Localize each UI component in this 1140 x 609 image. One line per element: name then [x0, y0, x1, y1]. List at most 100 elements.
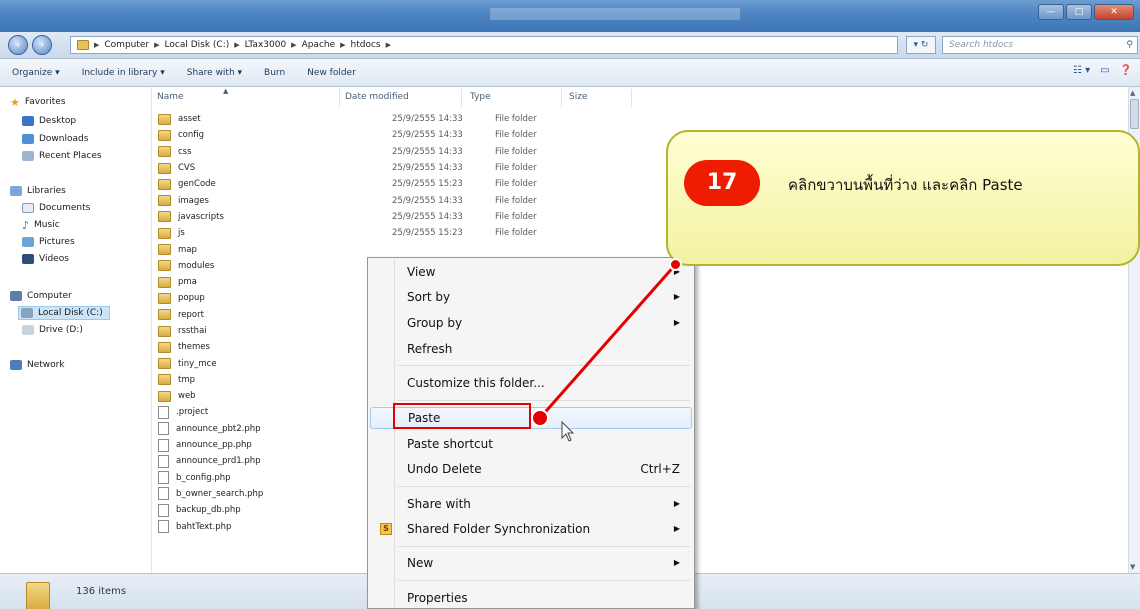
refresh-button[interactable]: ▾ ↻: [906, 36, 936, 54]
file-name: report: [178, 309, 204, 320]
back-button[interactable]: ‹: [8, 35, 28, 55]
folder-icon: [158, 260, 171, 272]
file-icon: [158, 438, 169, 452]
column-divider[interactable]: [561, 89, 562, 107]
nav-desktop[interactable]: Desktop: [22, 114, 76, 128]
menu-item-customize-folder[interactable]: Customize this folder...: [370, 372, 692, 394]
star-icon: ★: [10, 95, 20, 109]
mouse-cursor-icon: [561, 421, 575, 442]
breadcrumb-apache[interactable]: Apache: [302, 40, 336, 50]
menu-label: View: [407, 265, 436, 279]
nav-recent-places[interactable]: Recent Places: [22, 149, 102, 163]
maximize-button[interactable]: □: [1066, 4, 1092, 20]
window-title: [490, 8, 740, 20]
connector-dot: [669, 258, 682, 271]
instruction-callout: 17 คลิกขวาบนพื้นที่ว่าง และคลิก Paste: [666, 130, 1140, 266]
nav-computer[interactable]: Computer: [10, 289, 72, 303]
folder-icon: [158, 129, 171, 141]
breadcrumb-ltax3000[interactable]: LTax3000: [245, 40, 287, 50]
column-size[interactable]: Size: [569, 92, 587, 102]
file-name: css: [178, 146, 192, 157]
include-in-library-button[interactable]: Include in library ▾: [82, 68, 165, 78]
file-row[interactable]: map: [158, 241, 578, 257]
menu-item-properties[interactable]: Properties: [370, 587, 692, 609]
burn-button[interactable]: Burn: [264, 68, 285, 78]
menu-item-group-by[interactable]: Group by ▶: [370, 312, 692, 334]
breadcrumb-htdocs[interactable]: htdocs: [351, 40, 381, 50]
close-button[interactable]: ✕: [1094, 4, 1134, 20]
share-with-button[interactable]: Share with ▾: [187, 68, 242, 78]
refresh-icon: ↻: [920, 40, 929, 50]
file-row[interactable]: js 25/9/2555 15:23 File folder: [158, 225, 578, 241]
nav-favorites[interactable]: ★ Favorites: [10, 95, 66, 109]
file-name: pma: [178, 277, 197, 288]
preview-pane-icon[interactable]: ▭: [1100, 65, 1109, 76]
new-folder-button[interactable]: New folder: [307, 68, 356, 78]
menu-item-sort-by[interactable]: Sort by ▶: [370, 286, 692, 308]
menu-label: Share with: [407, 497, 471, 511]
menu-item-shared-folder-sync[interactable]: S Shared Folder Synchronization ▶: [370, 518, 692, 540]
help-icon[interactable]: ❓: [1120, 65, 1132, 76]
nav-local-disk[interactable]: Local Disk (C:): [18, 306, 110, 320]
file-row[interactable]: config 25/9/2555 14:33 File folder: [158, 127, 578, 143]
scrollbar-thumb[interactable]: [1130, 99, 1139, 129]
file-row[interactable]: asset 25/9/2555 14:33 File folder: [158, 111, 578, 127]
computer-icon: [10, 291, 22, 301]
folder-icon: [158, 358, 171, 370]
menu-item-paste-shortcut[interactable]: Paste shortcut: [370, 433, 692, 455]
scroll-down-icon[interactable]: ▼: [1130, 563, 1135, 571]
menu-item-refresh[interactable]: Refresh: [370, 338, 692, 360]
menu-item-view[interactable]: View ▶: [370, 261, 692, 283]
pictures-icon: [22, 237, 34, 247]
submenu-arrow-icon: ▶: [673, 524, 680, 533]
view-options-icon[interactable]: ☷ ▾: [1073, 65, 1090, 76]
scroll-up-icon[interactable]: ▲: [1130, 89, 1135, 97]
file-name: popup: [178, 293, 205, 304]
nav-label: Recent Places: [39, 151, 102, 161]
column-divider[interactable]: [339, 89, 340, 107]
nav-libraries[interactable]: Libraries: [10, 184, 66, 198]
folder-icon: [77, 40, 89, 50]
file-icon: [158, 405, 169, 419]
submenu-arrow-icon: ▶: [673, 292, 680, 301]
nav-music[interactable]: ♪ Music: [22, 218, 60, 232]
nav-downloads[interactable]: Downloads: [22, 132, 88, 146]
organize-button[interactable]: Organize ▾: [12, 68, 60, 78]
nav-network[interactable]: Network: [10, 358, 65, 372]
file-type: File folder: [495, 179, 537, 190]
paste-highlight-box: [393, 403, 531, 429]
nav-documents[interactable]: Documents: [22, 201, 90, 215]
nav-videos[interactable]: Videos: [22, 252, 69, 266]
breadcrumb-computer[interactable]: Computer: [104, 40, 149, 50]
folder-icon: [158, 390, 171, 402]
file-row[interactable]: css 25/9/2555 14:33 File folder: [158, 144, 578, 160]
menu-item-new[interactable]: New ▶: [370, 552, 692, 574]
forward-button[interactable]: ›: [32, 35, 52, 55]
menu-item-share-with[interactable]: Share with ▶: [370, 493, 692, 515]
folder-icon: [158, 374, 171, 386]
column-divider[interactable]: [461, 89, 462, 107]
sync-icon: S: [380, 523, 392, 535]
minimize-button[interactable]: —: [1038, 4, 1064, 20]
nav-pictures[interactable]: Pictures: [22, 235, 75, 249]
step-number-badge: 17: [684, 160, 760, 206]
column-divider[interactable]: [631, 89, 632, 107]
nav-drive-d[interactable]: Drive (D:): [22, 323, 83, 337]
file-row[interactable]: genCode 25/9/2555 15:23 File folder: [158, 176, 578, 192]
file-date: 25/9/2555 14:33: [392, 195, 463, 206]
menu-label: Shared Folder Synchronization: [407, 522, 591, 536]
address-bar[interactable]: ▶ Computer ▶ Local Disk (C:) ▶ LTax3000 …: [70, 36, 898, 54]
nav-label: Drive (D:): [39, 325, 83, 335]
menu-label: Undo Delete: [407, 462, 482, 476]
breadcrumb-local-disk[interactable]: Local Disk (C:): [165, 40, 230, 50]
column-type[interactable]: Type: [470, 92, 491, 102]
search-input[interactable]: Search htdocs ⚲: [942, 36, 1138, 54]
item-count: 136 items: [76, 586, 127, 597]
file-row[interactable]: images 25/9/2555 14:33 File folder: [158, 192, 578, 208]
menu-item-undo-delete[interactable]: Undo Delete Ctrl+Z: [370, 458, 692, 480]
network-icon: [10, 360, 22, 370]
file-row[interactable]: javascripts 25/9/2555 14:33 File folder: [158, 209, 578, 225]
column-date-modified[interactable]: Date modified: [345, 92, 409, 102]
file-row[interactable]: CVS 25/9/2555 14:33 File folder: [158, 160, 578, 176]
column-name[interactable]: Name: [157, 92, 184, 102]
